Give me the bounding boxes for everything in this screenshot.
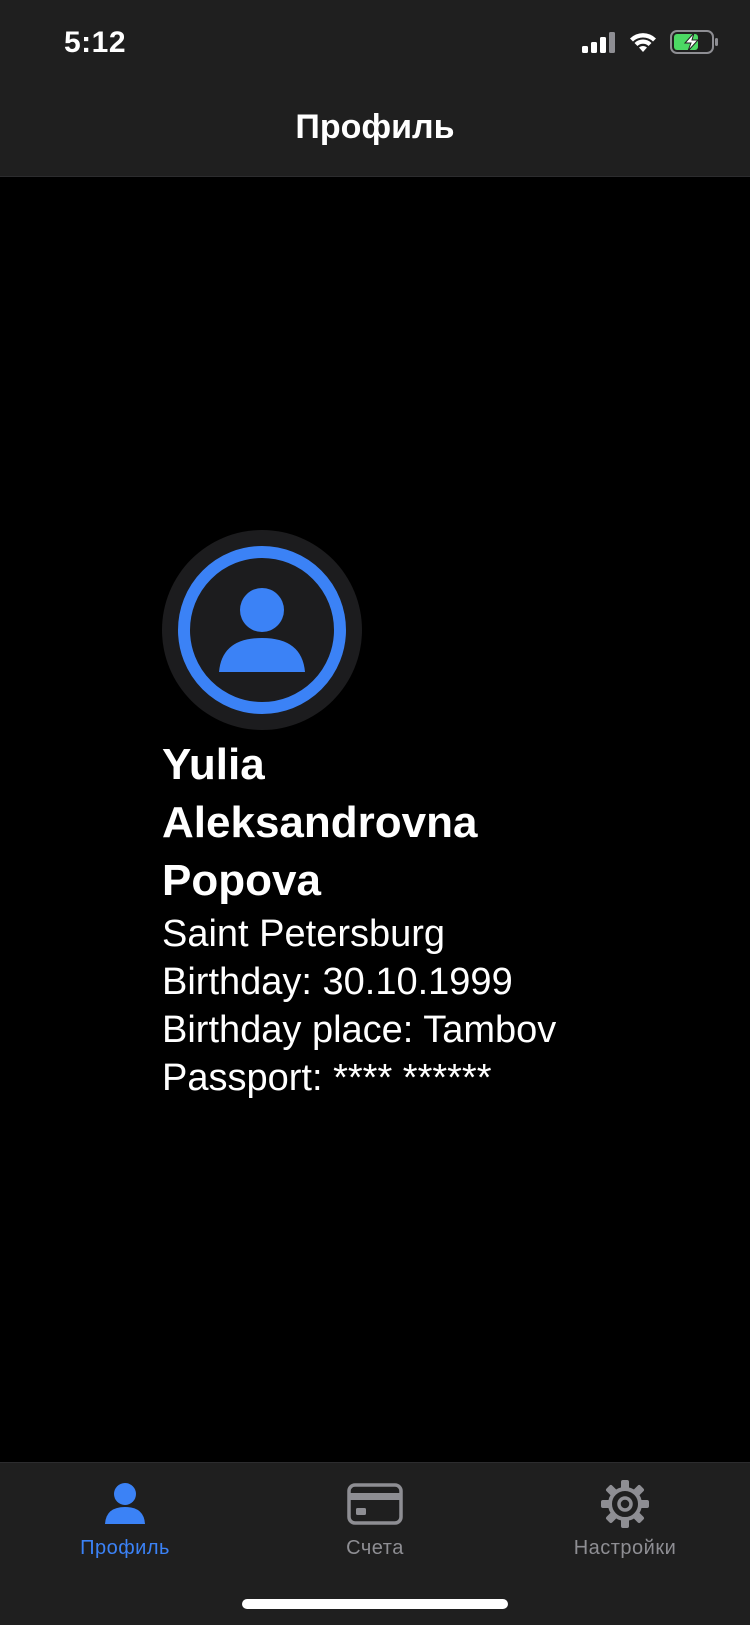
tab-accounts-label: Счета: [346, 1537, 404, 1559]
person-circle-icon: [178, 546, 346, 714]
tab-profile-label: Профиль: [80, 1537, 170, 1559]
profile-name: Yulia Aleksandrovna Popova: [162, 736, 522, 910]
gear-icon: [600, 1479, 650, 1529]
name-last: Popova: [162, 856, 321, 905]
tab-profile[interactable]: Профиль: [0, 1463, 250, 1573]
status-icons: [582, 30, 720, 59]
status-time: 5:12: [64, 26, 127, 59]
name-first: Yulia: [162, 740, 265, 789]
page-title: Профиль: [295, 108, 455, 146]
tab-bar: Профиль Счета Настройки: [0, 1462, 750, 1625]
profile-birthday-place: Birthday place: Tambov: [162, 1009, 557, 1051]
battery-charging-icon: [670, 30, 720, 59]
profile-card: Yulia Aleksandrovna Popova Saint Petersb…: [162, 530, 682, 1102]
person-icon: [104, 1479, 146, 1529]
wifi-icon: [628, 31, 658, 58]
name-patronymic: Aleksandrovna: [162, 798, 478, 847]
tab-settings-label: Настройки: [573, 1537, 677, 1559]
profile-birthday: Birthday: 30.10.1999: [162, 961, 513, 1003]
avatar: [162, 530, 362, 730]
top-bar: 5:12 Профиль: [0, 0, 750, 177]
home-indicator[interactable]: [242, 1599, 508, 1609]
status-bar: 5:12: [0, 0, 750, 90]
profile-city: Saint Petersburg: [162, 913, 446, 955]
signal-icon: [582, 31, 616, 58]
tab-accounts[interactable]: Счета: [250, 1463, 500, 1573]
tab-settings[interactable]: Настройки: [500, 1463, 750, 1573]
profile-passport: Passport: **** ******: [162, 1057, 492, 1099]
card-icon: [347, 1479, 403, 1529]
